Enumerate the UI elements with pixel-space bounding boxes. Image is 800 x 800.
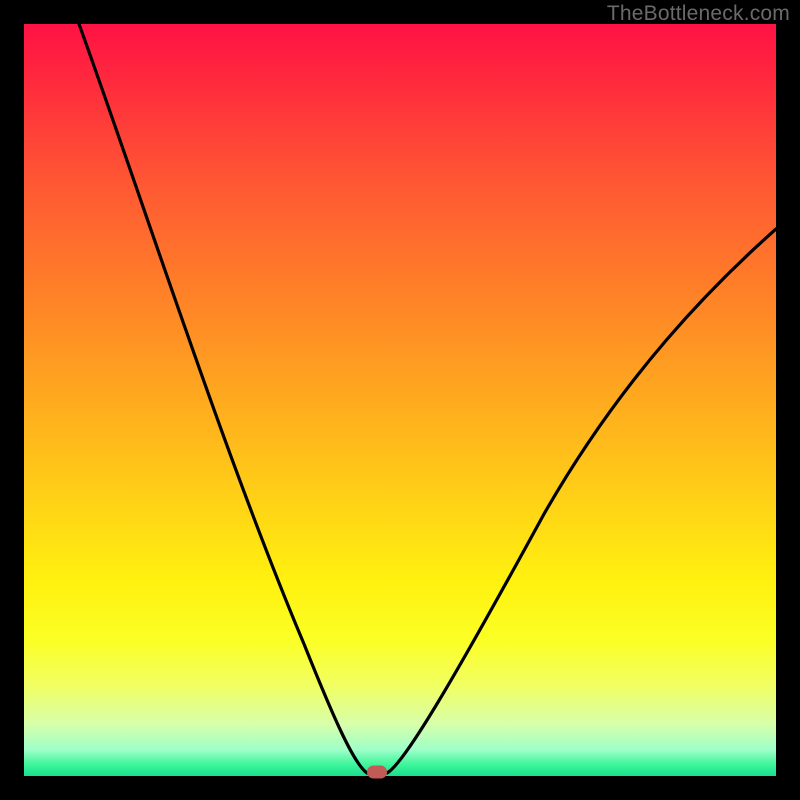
bottleneck-curve [24, 24, 776, 776]
watermark-text: TheBottleneck.com [607, 2, 790, 26]
chart-frame: TheBottleneck.com [0, 0, 800, 800]
curve-path [79, 24, 776, 773]
optimal-point-dot [367, 766, 387, 779]
plot-area [24, 24, 776, 776]
